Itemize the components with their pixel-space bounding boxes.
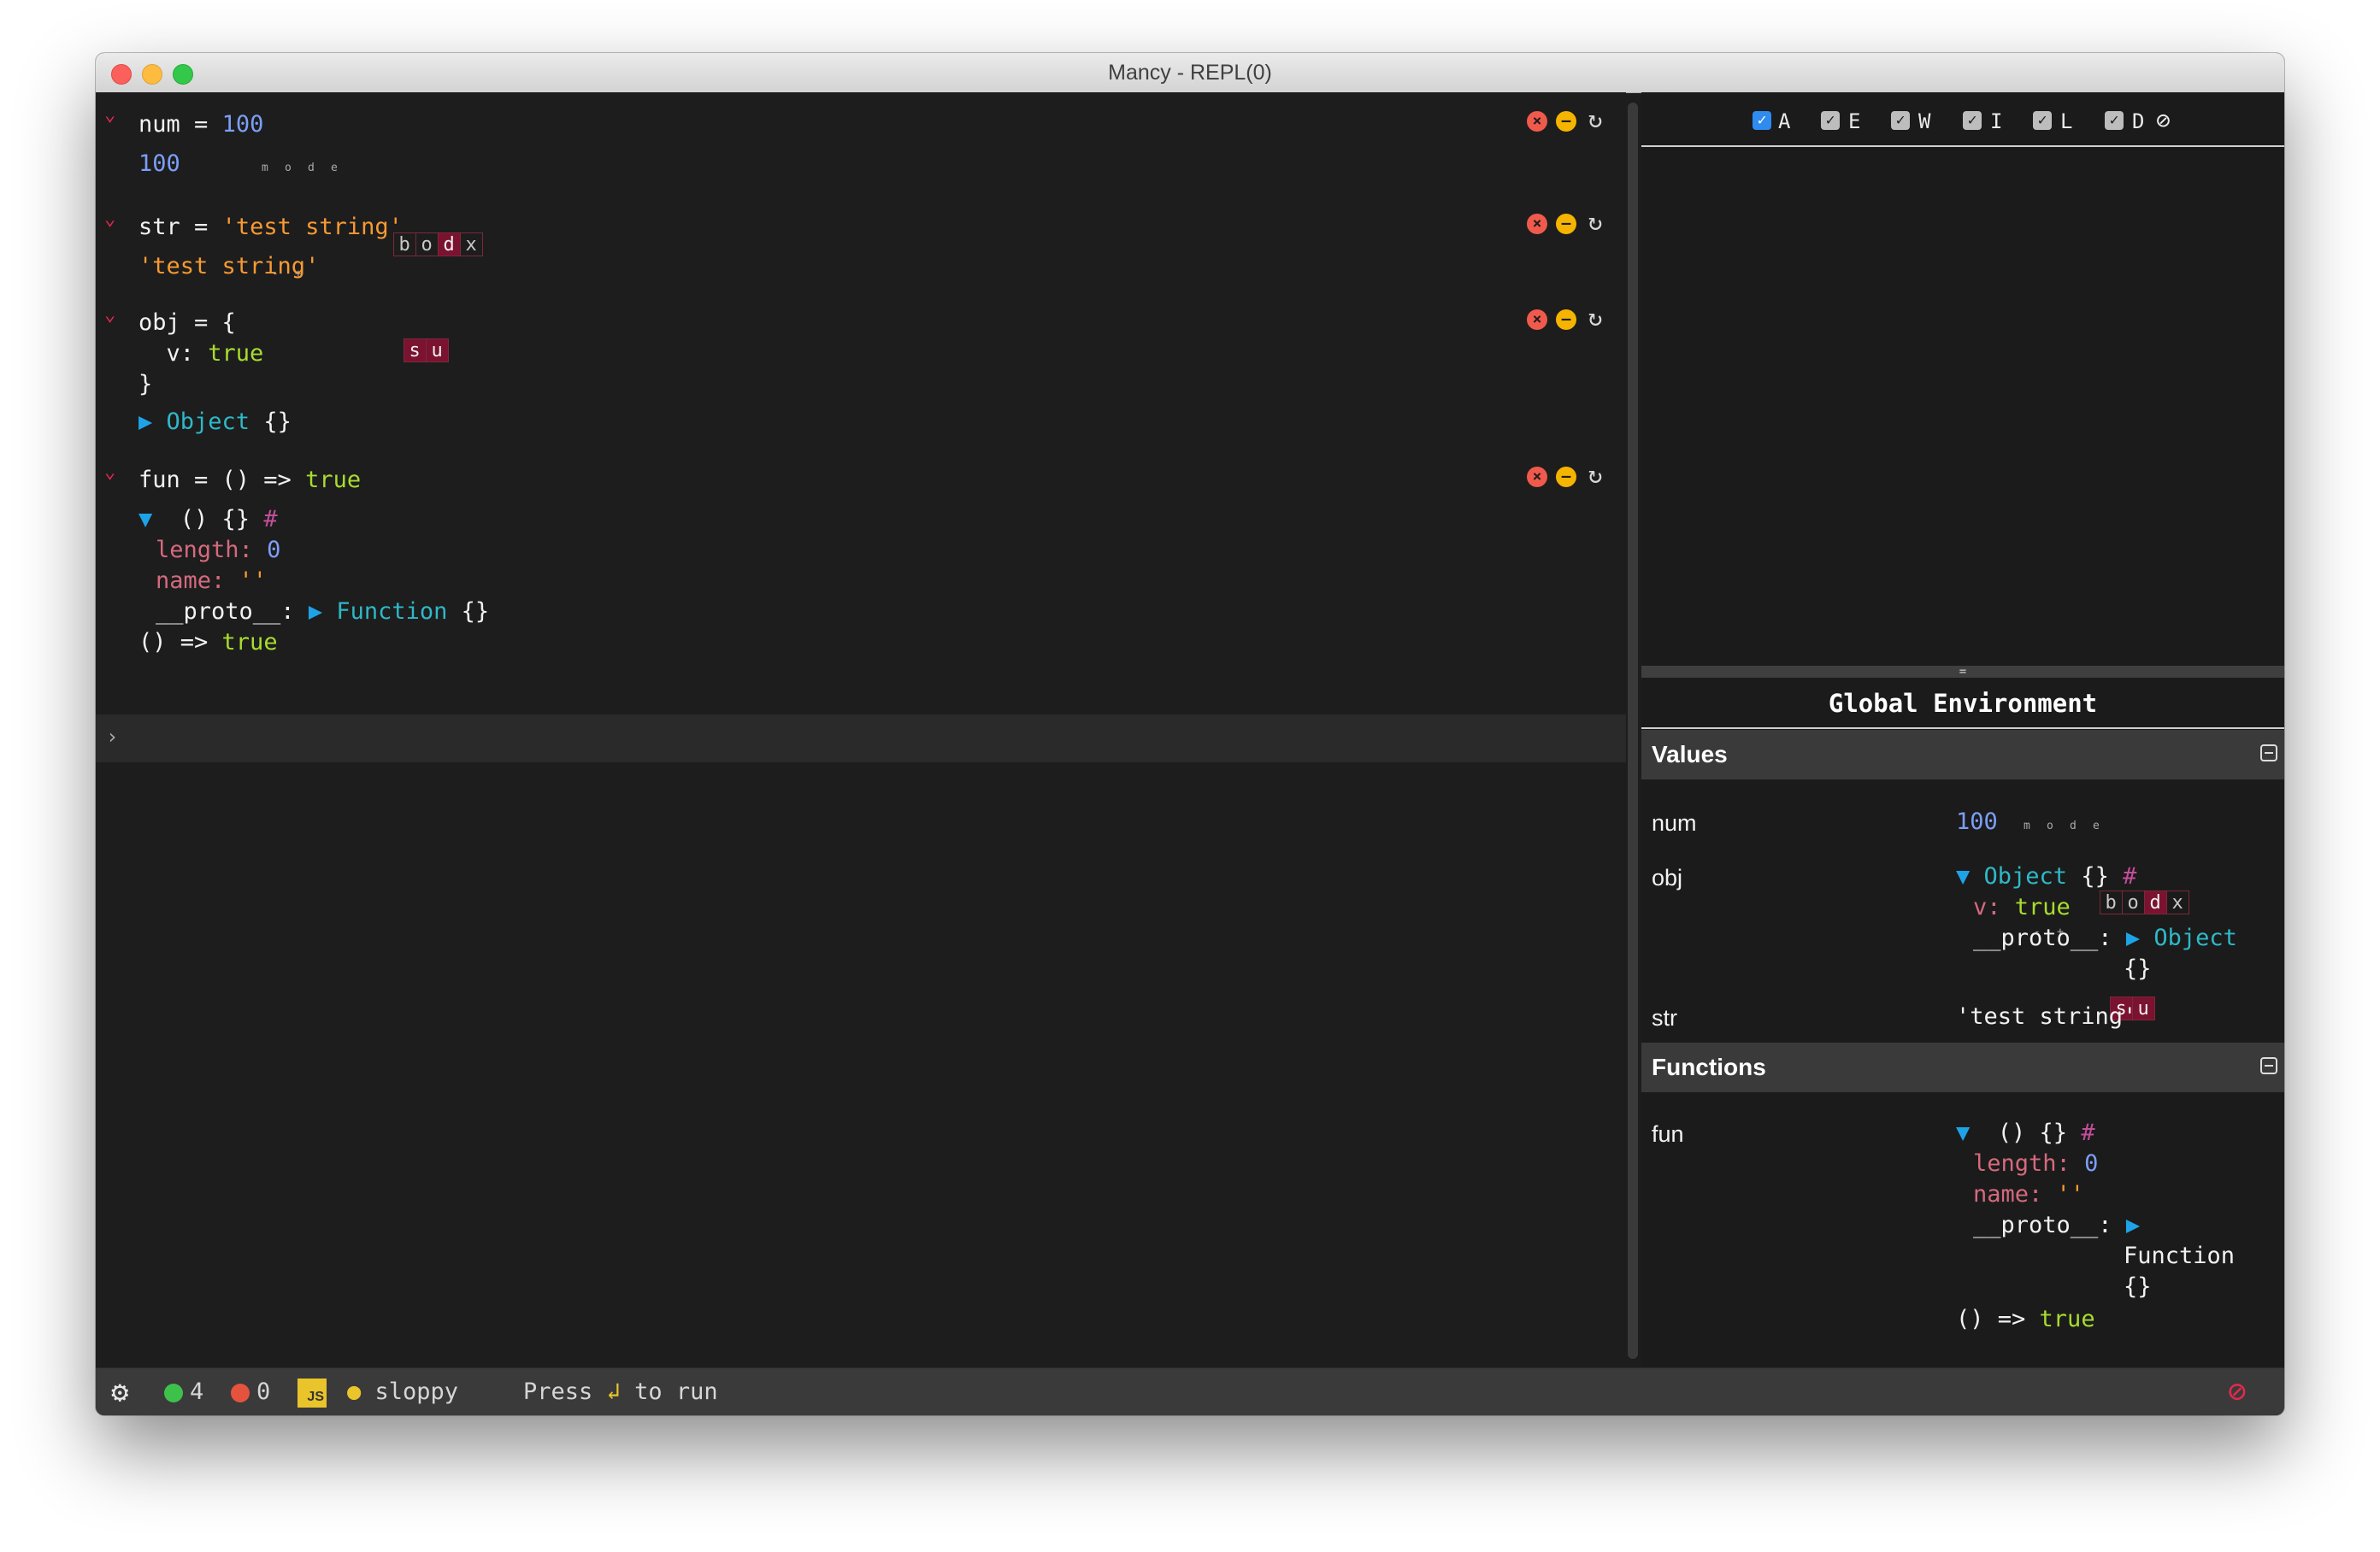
success-count[interactable]: 4 [164,1368,203,1415]
env-prop: __proto__: ▶ Object [1973,925,2237,951]
env-prop: name: '' [1973,1181,2085,1208]
collapse-cell-icon[interactable]: – [1556,467,1576,487]
env-prop: {} [2124,1273,2152,1300]
window-title: Mancy - REPL(0) [1108,61,1272,85]
expand-triangle-icon[interactable]: ▶ [138,409,152,435]
prop-proto: __proto__: ▶ Function {} [156,598,490,625]
mode-decimal-button[interactable]: d [2143,891,2167,914]
cell-code[interactable]: num = 100 [138,111,263,138]
pane-splitter[interactable] [1628,103,1638,1359]
error-count[interactable]: 0 [231,1368,270,1415]
tag-icon: ● [347,1379,362,1405]
filter-e-label: E [1848,109,1861,133]
env-value-name: obj [1652,865,1683,891]
collapse-cell-icon[interactable]: – [1556,111,1576,132]
collapse-section-icon[interactable] [2260,1057,2277,1074]
repl-pane: ⌄ num = 100 100 mode bodx - + su × – ↻ ⌄ … [96,92,1626,1366]
repl-prompt-input[interactable]: › [96,714,1626,762]
repl-cell-num: ⌄ num = 100 100 mode bodx - + su × – ↻ [96,92,1626,362]
title-bar: Mancy - REPL(0) [96,53,2284,93]
values-section-header[interactable]: Values [1641,730,2284,779]
filter-i-checkbox[interactable]: ✓ [1963,111,1982,130]
settings-gear-icon[interactable]: ⚙ [111,1368,128,1415]
filter-i-label: I [1990,109,2003,133]
rerun-cell-icon[interactable]: ↻ [1585,210,1605,234]
cell-code[interactable]: fun = () => true [138,467,361,493]
env-prop: __proto__: ▶ [1973,1212,2141,1238]
cell-code-line-2[interactable]: v: true [138,340,264,367]
app-window: Mancy - REPL(0) ⌄ num = 100 100 mode bod… [96,53,2284,1415]
env-value: ▼ Object {} # [1956,863,2137,890]
expand-triangle-icon[interactable]: ▶ [309,598,322,625]
function-inspector: ▼ () {} # [138,506,278,532]
enter-key-icon: ↲ [606,1379,621,1405]
env-prop: v: true [1973,894,2071,920]
delete-cell-icon[interactable]: × [1527,309,1547,330]
expand-triangle-icon[interactable]: ▶ [2126,925,2140,951]
filter-d-label: D [2132,109,2145,133]
delete-cell-icon[interactable]: × [1527,214,1547,234]
expand-triangle-icon[interactable]: ▼ [1956,863,1970,890]
filter-w-checkbox[interactable]: ✓ [1891,111,1910,130]
collapse-chevron-icon[interactable]: ⌄ [104,461,115,483]
panel-resize-handle[interactable]: = [1641,666,2284,678]
rerun-cell-icon[interactable]: ↻ [1585,463,1605,487]
expand-triangle-icon[interactable]: ▼ [1956,1120,1970,1146]
rerun-cell-icon[interactable]: ↻ [1585,108,1605,132]
collapse-cell-icon[interactable]: – [1556,309,1576,330]
mode-octal-button[interactable]: o [2121,891,2145,914]
mode-hex-button[interactable]: x [2165,891,2189,914]
env-function-source: () => true [1956,1306,2095,1332]
mode-indicator[interactable]: ● sloppy [347,1368,458,1415]
collapse-section-icon[interactable] [2260,744,2277,761]
cell-code-line-1[interactable]: obj = { [138,309,236,336]
run-hint: Press ↲ to run [523,1379,718,1405]
filter-l-label: L [2060,109,2073,133]
clear-console-icon[interactable]: ⊘ [2156,106,2171,134]
expand-triangle-icon[interactable]: ▶ [2126,1212,2140,1238]
delete-cell-icon[interactable]: × [1527,467,1547,487]
collapse-chevron-icon[interactable]: ⌄ [104,104,115,126]
prop-name: name: '' [156,567,268,594]
rerun-cell-icon[interactable]: ↻ [1585,306,1605,330]
console-filter-bar: ✓ A ✓ E ✓ W ✓ I ✓ L ✓ D ⊘ [1641,92,2284,147]
repl-cell-str: ⌄ str = 'test string' 'test string' × – … [96,186,1626,282]
cell-output: ▶ Object {} [138,409,292,435]
filter-l-checkbox[interactable]: ✓ [2033,111,2052,130]
cell-code[interactable]: str = 'test string' [138,214,403,240]
env-value: 'test string' [1956,1003,2137,1030]
function-source: () => true [138,629,278,655]
env-function: ▼ () {} # [1956,1120,2095,1146]
filter-a-label: A [1778,109,1791,133]
filter-a-checkbox[interactable]: ✓ [1753,111,1771,130]
cell-output: 'test string' [138,253,320,279]
inspector-panel [1641,92,2284,1366]
filter-w-label: W [1918,109,1931,133]
no-entry-icon[interactable]: ⊘ [2228,1368,2247,1415]
mode-binary-button[interactable]: b [2099,891,2123,914]
functions-section-header[interactable]: Functions [1641,1043,2284,1092]
cell-code-line-3[interactable]: } [138,371,152,397]
env-prop: length: 0 [1973,1150,2099,1177]
env-prop: {} [2124,955,2152,982]
filter-e-checkbox[interactable]: ✓ [1821,111,1840,130]
repl-cell-obj: ⌄ obj = { v: true } ▶ Object {} × – ↻ [96,282,1626,439]
status-bar: ⚙ 4 0 JS ● sloppy Press ↲ to run ⊘ [96,1367,2284,1415]
expand-triangle-icon[interactable]: ▼ [138,506,152,532]
language-js-icon[interactable]: JS [298,1368,327,1415]
collapse-chevron-icon[interactable]: ⌄ [104,209,115,230]
env-value-name: num [1652,810,1697,836]
delete-cell-icon[interactable]: × [1527,111,1547,132]
env-function-name: fun [1652,1121,1684,1147]
filter-d-checkbox[interactable]: ✓ [2105,111,2124,130]
collapse-cell-icon[interactable]: – [1556,214,1576,234]
env-value-name: str [1652,1005,1677,1031]
collapse-chevron-icon[interactable]: ⌄ [104,304,115,326]
prompt-caret-icon: › [106,725,119,749]
env-prop: Function [2124,1243,2236,1269]
global-environment-title: Global Environment [1641,679,2284,729]
prop-length: length: 0 [156,537,281,563]
repl-cell-fun: ⌄ fun = () => true ▼ () {} # length: 0 n… [96,439,1626,685]
